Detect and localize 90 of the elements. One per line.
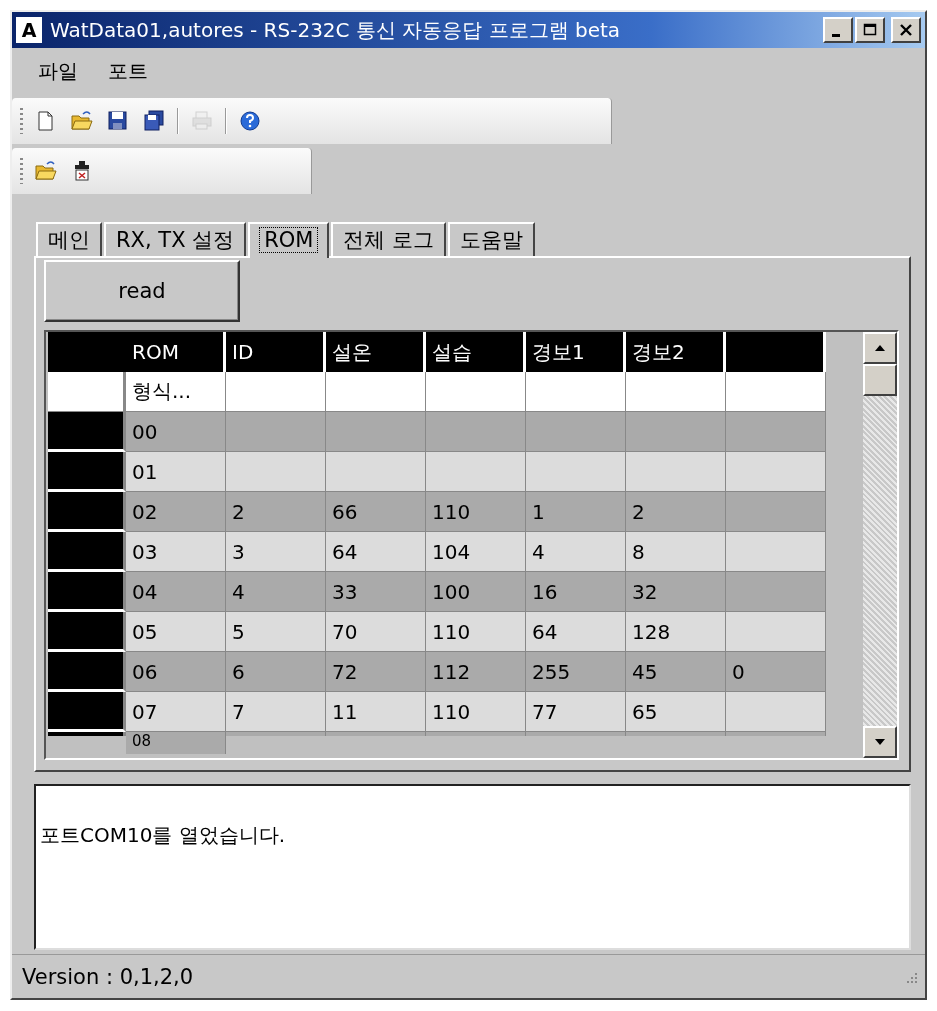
row-header-cell[interactable] — [48, 652, 126, 692]
maximize-icon — [863, 23, 877, 37]
app-icon: A — [16, 17, 42, 43]
scroll-up-button[interactable] — [863, 332, 897, 364]
table-cell: 1 — [526, 492, 626, 532]
table-cell: 64 — [526, 612, 626, 652]
table-cell: 45 — [626, 652, 726, 692]
table-cell: 00 — [126, 412, 226, 452]
help-icon — [239, 110, 261, 132]
folder-icon — [35, 160, 57, 182]
column-header: 경보2 — [626, 332, 726, 372]
table-cell: 2 — [226, 492, 326, 532]
menu-item[interactable]: 포트 — [108, 58, 148, 84]
table-cell: 2 — [626, 492, 726, 532]
table-cell: 4 — [226, 572, 326, 612]
table-cell: 65 — [626, 692, 726, 732]
row-header-cell[interactable] — [48, 612, 126, 652]
window-title: WatData01,autores - RS-232C 통신 자동응답 프로그램 beta — [50, 16, 622, 44]
table-cell: 05 — [126, 612, 226, 652]
read-button[interactable]: read — [44, 260, 240, 322]
toolbar-grip-icon[interactable] — [20, 158, 23, 184]
printer-icon — [191, 110, 213, 132]
tab[interactable]: RX, TX 설정 — [104, 222, 247, 256]
version-text: Version : 0,1,2,0 — [22, 964, 194, 989]
table-cell: 02 — [126, 492, 226, 532]
table-cell: 04 — [126, 572, 226, 612]
table-cell: 32 — [626, 572, 726, 612]
table-cell: 33 — [326, 572, 426, 612]
minimize-button[interactable] — [823, 17, 853, 43]
vertical-scrollbar[interactable] — [863, 332, 897, 758]
close-button[interactable] — [891, 17, 921, 43]
row-header-cell[interactable] — [48, 492, 126, 532]
tab[interactable]: 도움말 — [448, 222, 536, 256]
table-cell: 0 — [726, 652, 826, 692]
close-icon — [899, 23, 913, 37]
table-cell: 11 — [326, 692, 426, 732]
table-cell: 5 — [226, 612, 326, 652]
stacked-disks-icon — [143, 110, 165, 132]
table-cell: 3 — [226, 532, 326, 572]
column-header: ROM — [126, 332, 226, 372]
table-cell: 128 — [626, 612, 726, 652]
table-cell: 03 — [126, 532, 226, 572]
table-cell: 110 — [426, 612, 526, 652]
table-cell: 7 — [226, 692, 326, 732]
folder-icon — [71, 110, 93, 132]
table-cell: 07 — [126, 692, 226, 732]
tab[interactable]: 메인 — [36, 222, 102, 256]
table-cell: 6 — [226, 652, 326, 692]
table-cell: 16 — [526, 572, 626, 612]
table-cell: 64 — [326, 532, 426, 572]
table-cell: 72 — [326, 652, 426, 692]
scroll-thumb[interactable] — [863, 364, 897, 396]
toolbar-grip-icon[interactable] — [20, 108, 23, 134]
row-header-cell[interactable] — [48, 572, 126, 612]
column-header: 설온 — [326, 332, 426, 372]
row-header-cell[interactable] — [48, 692, 126, 732]
row-header-cell[interactable] — [48, 452, 126, 492]
column-header: 경보1 — [526, 332, 626, 372]
table-cell: 255 — [526, 652, 626, 692]
menu-item[interactable]: 파일 — [38, 58, 78, 84]
table-cell: 08 — [126, 732, 226, 754]
scroll-down-button[interactable] — [863, 726, 897, 758]
table-cell: 4 — [526, 532, 626, 572]
row-header-cell[interactable] — [48, 732, 126, 736]
column-header: ID — [226, 332, 326, 372]
stacked-disks-button[interactable] — [141, 108, 167, 134]
tab[interactable]: ROM — [248, 222, 330, 258]
table-cell: 110 — [426, 692, 526, 732]
table-cell: 형식... — [126, 372, 226, 412]
table-cell: 06 — [126, 652, 226, 692]
table-cell: 112 — [426, 652, 526, 692]
help-button[interactable] — [237, 108, 263, 134]
column-header: 설습 — [426, 332, 526, 372]
row-header-cell[interactable] — [48, 412, 126, 452]
table-cell: 01 — [126, 452, 226, 492]
row-header-cell[interactable] — [48, 372, 126, 412]
table-cell: 70 — [326, 612, 426, 652]
table-cell: 66 — [326, 492, 426, 532]
table-cell: 77 — [526, 692, 626, 732]
table-cell: 100 — [426, 572, 526, 612]
down-triangle-icon — [873, 737, 887, 747]
minimize-icon — [832, 33, 840, 37]
row-header-cell[interactable] — [48, 532, 126, 572]
table-cell: 8 — [626, 532, 726, 572]
table-cell: 104 — [426, 532, 526, 572]
log-line: 포트COM10를 열었습니다. — [40, 822, 287, 849]
maximize-button[interactable] — [855, 17, 885, 43]
tab[interactable]: 전체 로그 — [331, 222, 447, 256]
table-cell: 110 — [426, 492, 526, 532]
up-triangle-icon — [873, 343, 887, 353]
